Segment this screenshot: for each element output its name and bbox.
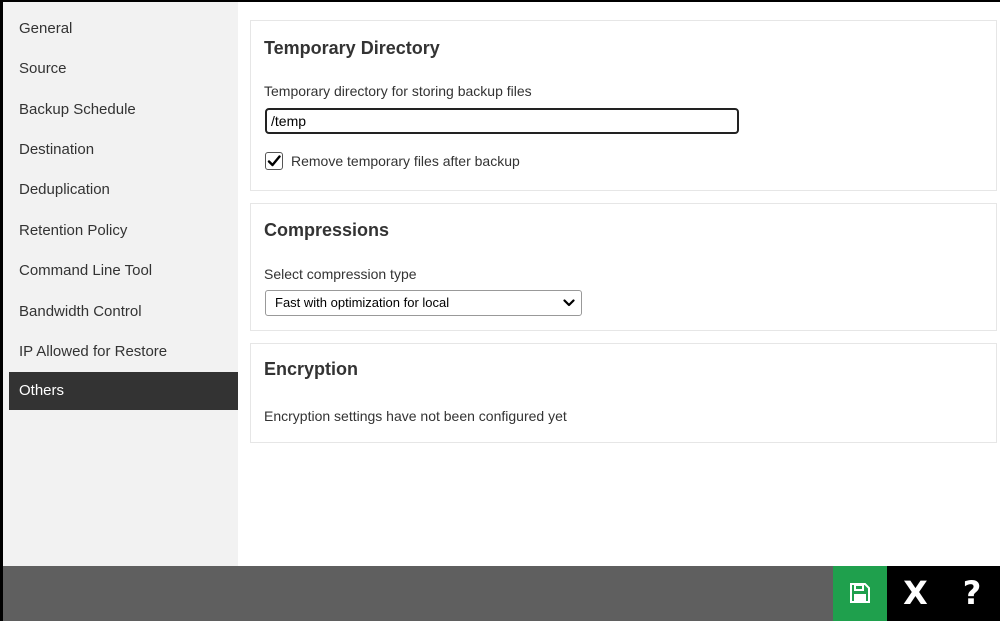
sidebar-item-source[interactable]: Source — [9, 50, 238, 88]
save-button[interactable] — [833, 566, 887, 621]
panel-title: Encryption — [264, 359, 359, 379]
floppy-disk-icon — [850, 583, 870, 603]
chevron-down-icon — [563, 299, 575, 307]
sidebar-item-general[interactable]: General — [9, 10, 238, 48]
sidebar-item-command-line-tool[interactable]: Command Line Tool — [9, 252, 238, 290]
compression-type-label: Select compression type — [264, 266, 417, 282]
panel-title: Compressions — [264, 220, 390, 240]
remove-temp-files-label: Remove temporary files after backup — [291, 153, 520, 169]
remove-temp-files-checkbox[interactable] — [265, 152, 283, 170]
footer-toolbar: X ? — [3, 566, 1000, 621]
close-button[interactable]: X — [887, 566, 944, 621]
temp-dir-input[interactable] — [265, 108, 739, 134]
encryption-panel: Encryption Encryption settings have not … — [250, 343, 997, 443]
checkmark-icon — [267, 155, 281, 167]
help-icon: ? — [962, 574, 982, 612]
settings-sidebar: General Source Backup Schedule Destinati… — [3, 2, 238, 566]
sidebar-item-ip-allowed-for-restore[interactable]: IP Allowed for Restore — [9, 333, 238, 371]
sidebar-item-destination[interactable]: Destination — [9, 131, 238, 169]
sidebar-item-retention-policy[interactable]: Retention Policy — [9, 212, 238, 250]
sidebar-item-deduplication[interactable]: Deduplication — [9, 171, 238, 209]
sidebar-item-bandwidth-control[interactable]: Bandwidth Control — [9, 293, 238, 331]
sidebar-item-backup-schedule[interactable]: Backup Schedule — [9, 91, 238, 129]
encryption-status-message: Encryption settings have not been config… — [264, 408, 567, 424]
sidebar-item-others[interactable]: Others — [9, 372, 238, 410]
panel-title: Temporary Directory — [264, 38, 440, 58]
close-icon: X — [903, 574, 928, 612]
help-button[interactable]: ? — [944, 566, 1000, 621]
compressions-panel: Compressions Select compression type Fas… — [250, 203, 997, 331]
compression-selected-value: Fast with optimization for local — [275, 295, 450, 310]
compression-type-select[interactable]: Fast with optimization for local — [265, 290, 582, 316]
temporary-directory-panel: Temporary Directory Temporary directory … — [250, 20, 997, 191]
settings-content: Temporary Directory Temporary directory … — [238, 2, 1000, 566]
temp-dir-label: Temporary directory for storing backup f… — [264, 83, 532, 99]
